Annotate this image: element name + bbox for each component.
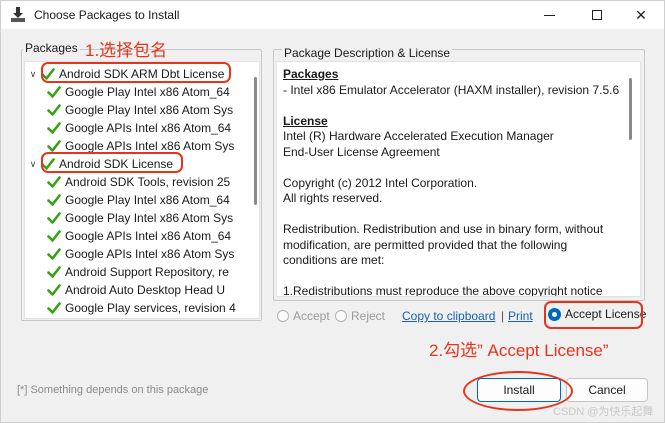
- watermark: CSDN @为快乐起舞: [553, 406, 654, 418]
- tree-item-row[interactable]: Google APIs Intel x86 Atom Sys: [47, 245, 234, 263]
- minimize-button[interactable]: [526, 1, 572, 29]
- description-text: conditions are met:: [283, 253, 385, 267]
- description-text: All rights reserved.: [283, 191, 383, 205]
- description-legend: Package Description & License: [282, 46, 453, 60]
- tree-item-label: Android Support Repository, re: [65, 265, 229, 279]
- checkmark-icon[interactable]: [47, 103, 61, 117]
- description-text: Intel (R) Hardware Accelerated Execution…: [283, 129, 554, 143]
- annotation-box-sdk-license: [41, 152, 183, 173]
- close-button[interactable]: ✕: [618, 1, 664, 29]
- tree-item-row[interactable]: Google Play services, revision 4: [47, 299, 236, 317]
- copy-to-clipboard-link[interactable]: Copy to clipboard: [402, 309, 495, 323]
- tree-item-row[interactable]: Google Play Intel x86 Atom Sys: [47, 209, 233, 227]
- tree-item-label: Android Auto Desktop Head U: [65, 283, 226, 297]
- description-heading: Packages: [283, 67, 339, 81]
- description-scrollbar[interactable]: [629, 78, 632, 140]
- tree-item-row[interactable]: Google Play Intel x86 Atom Sys: [47, 101, 233, 119]
- tree-item-label: Google APIs Intel x86 Atom Sys: [65, 247, 235, 261]
- packages-legend: Packages: [23, 41, 80, 55]
- description-pane[interactable]: Packages - Intel x86 Emulator Accelerator…: [276, 61, 641, 297]
- tree-item-label: Google Play services, revision 4: [65, 301, 236, 315]
- description-text: 1.Redistributions must reproduce the abo…: [283, 284, 603, 297]
- checkmark-icon[interactable]: [47, 85, 61, 99]
- maximize-button[interactable]: [574, 1, 620, 29]
- dependency-note: [*] Something depends on this package: [17, 384, 209, 396]
- checkmark-icon[interactable]: [47, 193, 61, 207]
- accept-radio[interactable]: Accept: [277, 309, 330, 323]
- window-title: Choose Packages to Install: [34, 8, 180, 22]
- tree-item-label: Google Play Intel x86 Atom Sys: [65, 103, 234, 117]
- title-bar[interactable]: Choose Packages to Install ✕: [1, 1, 664, 29]
- tree-item-label: Android SDK Tools, revision 25: [65, 175, 231, 189]
- description-heading: License: [283, 113, 328, 128]
- description-text: modification, are permitted provided tha…: [283, 237, 568, 252]
- description-text: Copyright (c) 2012 Intel Corporation.: [283, 175, 478, 190]
- packages-tree[interactable]: ∨ Android SDK ARM Dbt License Google Play …: [24, 61, 260, 319]
- maximize-icon: [592, 10, 602, 20]
- radio-circle: [335, 310, 347, 322]
- tree-item-label: Google Play Intel x86 Atom_64: [65, 85, 230, 99]
- tree-item-row[interactable]: Google Play Intel x86 Atom_64: [47, 191, 230, 209]
- download-app-icon: [11, 7, 25, 22]
- annotation-step1: 1.选择包名: [85, 41, 168, 60]
- checkmark-icon[interactable]: [47, 121, 61, 135]
- link-separator: |: [501, 309, 505, 323]
- checkmark-icon[interactable]: [47, 247, 61, 261]
- cancel-button[interactable]: Cancel: [566, 378, 648, 402]
- reject-radio-label: Reject: [351, 309, 386, 323]
- tree-item-row[interactable]: Android SDK Tools, revision 25: [47, 173, 230, 191]
- tree-item-row[interactable]: Google Play Intel x86 Atom_64: [47, 83, 230, 101]
- description-text: End-User License Agreement: [283, 144, 440, 159]
- description-text: - Intel x86 Emulator Accelerator (HAXM i…: [283, 82, 620, 97]
- checkmark-icon[interactable]: [47, 301, 61, 315]
- annotation-box-arm-license: [41, 62, 231, 83]
- chevron-down-icon[interactable]: ∨: [27, 155, 39, 173]
- minimize-icon: [543, 14, 555, 16]
- tree-item-label: Google APIs Intel x86 Atom_64: [65, 121, 232, 135]
- checkmark-icon[interactable]: [47, 175, 61, 189]
- tree-item-row[interactable]: Google APIs Intel x86 Atom_64: [47, 119, 231, 137]
- checkmark-icon[interactable]: [47, 211, 61, 225]
- reject-radio[interactable]: Reject: [335, 309, 385, 323]
- checkmark-icon[interactable]: [47, 139, 61, 153]
- annotation-box-accept-license: [544, 301, 643, 329]
- close-icon: ✕: [635, 6, 647, 23]
- print-link[interactable]: Print: [508, 309, 533, 323]
- tree-item-label: Google Play Intel x86 Atom_64: [65, 193, 230, 207]
- description-text: Redistribution. Redistribution and use i…: [283, 222, 604, 236]
- checkmark-icon[interactable]: [47, 229, 61, 243]
- checkmark-icon[interactable]: [47, 265, 61, 279]
- tree-item-row[interactable]: Android Support Repository, re: [47, 263, 229, 281]
- tree-scrollbar[interactable]: [254, 77, 257, 205]
- tree-item-row[interactable]: Android Auto Desktop Head U: [47, 281, 225, 299]
- chevron-down-icon[interactable]: ∨: [27, 65, 39, 83]
- choose-packages-window: Choose Packages to Install ✕ Packages ∨ A…: [0, 0, 665, 423]
- radio-circle: [277, 310, 289, 322]
- tree-item-label: Google Play Intel x86 Atom Sys: [65, 211, 234, 225]
- accept-radio-label: Accept: [293, 309, 330, 323]
- tree-item-row[interactable]: Google APIs Intel x86 Atom_64: [47, 227, 231, 245]
- annotation-step2: 2.勾选” Accept License”: [429, 341, 609, 360]
- checkmark-icon[interactable]: [47, 283, 61, 297]
- tree-item-label: Google APIs Intel x86 Atom_64: [65, 229, 232, 243]
